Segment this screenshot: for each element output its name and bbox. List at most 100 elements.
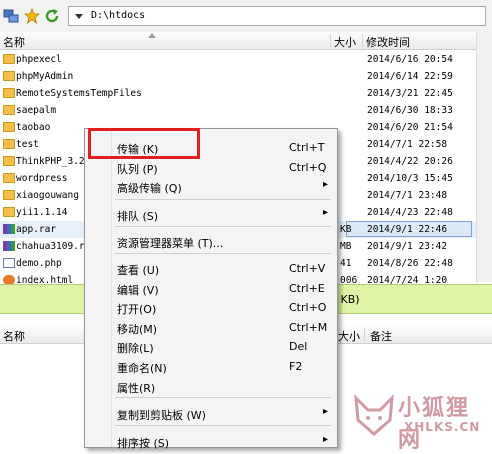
file-modified: 2014/4/23 22:48 — [367, 207, 453, 218]
menu-item-label: 打开(O) — [117, 303, 157, 316]
menu-item-shortcut: Ctrl+T — [289, 141, 325, 154]
menu-item-label: 编辑 (V) — [117, 284, 159, 297]
file-modified: 2014/10/3 15:45 — [367, 173, 453, 184]
file-row[interactable]: saepalm 2014/6/30 18:33 — [0, 102, 476, 119]
menu-item-shortcut: F2 — [289, 360, 303, 373]
toolbar: D:\htdocs — [0, 0, 492, 33]
menu-item-label: 删除(L) — [117, 342, 154, 355]
file-row[interactable]: phpexecl 2014/6/16 20:54 — [0, 51, 476, 68]
network-icon[interactable] — [3, 8, 19, 24]
menu-item[interactable]: 删除(L) Del — [87, 337, 335, 356]
file-name: app.rar — [16, 224, 57, 235]
file-name: xiaogouwang — [16, 190, 79, 201]
submenu-arrow-icon: ▸ — [323, 406, 329, 417]
queue-column-note[interactable]: 备注 — [370, 328, 392, 344]
menu-item[interactable]: 编辑 (V) Ctrl+E — [87, 279, 335, 298]
column-modified[interactable]: 修改时间 — [366, 34, 410, 50]
menu-item-shortcut: Ctrl+V — [289, 262, 326, 275]
menu-item-label: 排序按 (S) — [117, 437, 170, 450]
folder-icon — [3, 190, 15, 200]
file-name: taobao — [16, 122, 51, 133]
submenu-arrow-icon: ▸ — [323, 434, 329, 445]
file-name: phpMyAdmin — [16, 71, 74, 82]
menu-separator — [115, 226, 331, 227]
site-watermark: 小狐狸网 XHLKS.CN — [348, 388, 488, 453]
file-name: yii1.1.14 — [16, 207, 68, 218]
menu-item-shortcut: Del — [289, 340, 308, 353]
file-size: KB — [340, 224, 352, 235]
menu-item[interactable]: 重命名(N) F2 — [87, 357, 335, 376]
rar-file-icon — [3, 241, 15, 251]
file-row[interactable]: RemoteSystemsTempFiles 2014/3/21 22:45 — [0, 85, 476, 102]
folder-icon — [3, 139, 15, 149]
column-name[interactable]: 名称 — [3, 34, 25, 50]
dropdown-arrow-icon[interactable] — [73, 10, 85, 22]
menu-item-label: 高级传输 (Q) — [117, 182, 182, 195]
menu-item-label: 资源管理器菜单 (T)... — [117, 237, 224, 250]
highlight-box — [88, 128, 200, 159]
file-modified: 2014/7/1 23:48 — [367, 190, 448, 201]
folder-icon — [3, 88, 15, 98]
file-name: wordpress — [16, 173, 68, 184]
menu-item-label: 属性(R) — [117, 382, 156, 395]
file-modified: 2014/9/1 23:42 — [367, 241, 448, 252]
menu-item[interactable]: 复制到剪贴板 (W) ▸ — [87, 404, 335, 423]
file-modified: 2014/9/1 22:46 — [367, 224, 448, 235]
queue-column-size[interactable]: 大小 — [338, 328, 360, 344]
menu-item[interactable]: 排队 (S) ▸ — [87, 205, 335, 224]
menu-item[interactable]: 查看 (U) Ctrl+V — [87, 259, 335, 278]
file-modified: 2014/3/21 22:45 — [367, 88, 453, 99]
file-size: MB — [340, 241, 352, 252]
menu-separator — [115, 253, 331, 254]
folder-icon — [3, 105, 15, 115]
menu-item[interactable]: 排序按 (S) ▸ — [87, 432, 335, 451]
folder-icon — [3, 173, 15, 183]
fox-logo-icon — [354, 394, 394, 436]
vertical-scrollbar[interactable] — [476, 32, 492, 282]
folder-icon — [3, 156, 15, 166]
file-modified: 2014/4/22 20:26 — [367, 156, 453, 167]
file-name: phpexecl — [16, 54, 62, 65]
file-list-header: 名称 大小 修改时间 — [0, 32, 476, 50]
menu-item-shortcut: Ctrl+Q — [289, 161, 327, 174]
favorites-star-icon[interactable] — [24, 8, 40, 24]
submenu-arrow-icon: ▸ — [323, 179, 329, 190]
menu-item[interactable]: 资源管理器菜单 (T)... — [87, 232, 335, 251]
menu-item[interactable]: 队列 (P) Ctrl+Q — [87, 158, 335, 177]
menu-item[interactable]: 打开(O) Ctrl+O — [87, 298, 335, 317]
menu-item[interactable]: 高级传输 (Q) ▸ — [87, 177, 335, 196]
php-file-icon — [3, 258, 15, 268]
menu-separator — [115, 199, 331, 200]
context-menu: 传输 (K) Ctrl+T 队列 (P) Ctrl+Q 高级传输 (Q) ▸ 排队 (S) ▸… — [84, 128, 338, 451]
folder-icon — [3, 71, 15, 81]
menu-item-label: 移动(M) — [117, 323, 158, 336]
file-name: RemoteSystemsTempFiles — [16, 88, 142, 99]
menu-item-label: 复制到剪贴板 (W) — [117, 409, 206, 422]
menu-separator — [115, 425, 331, 426]
menu-item[interactable]: 属性(R) — [87, 377, 335, 396]
menu-item-label: 队列 (P) — [117, 163, 158, 176]
sort-arrow-icon — [148, 33, 156, 38]
menu-item-label: 排队 (S) — [117, 210, 159, 223]
path-field[interactable]: D:\htdocs — [68, 6, 486, 26]
folder-icon — [3, 207, 15, 217]
refresh-icon[interactable] — [44, 8, 60, 24]
menu-item[interactable]: 移动(M) Ctrl+M — [87, 318, 335, 337]
file-name: ThinkPHP_3.2. — [16, 156, 91, 167]
file-name: chahua3109.ra — [16, 241, 91, 252]
queue-column-name[interactable]: 名称 — [3, 328, 25, 344]
menu-item-shortcut: Ctrl+M — [289, 321, 328, 334]
submenu-arrow-icon: ▸ — [323, 207, 329, 218]
path-text: D:\htdocs — [91, 10, 146, 21]
file-row[interactable]: phpMyAdmin 2014/6/14 22:59 — [0, 68, 476, 85]
menu-separator — [115, 397, 331, 398]
file-modified: 2014/7/1 22:58 — [367, 139, 448, 150]
file-modified: 2014/8/26 22:48 — [367, 258, 453, 269]
file-modified: 2014/6/14 22:59 — [367, 71, 453, 82]
watermark-en: XHLKS.CN — [404, 420, 481, 434]
file-name: demo.php — [16, 258, 62, 269]
rar-file-icon — [3, 224, 15, 234]
folder-icon — [3, 122, 15, 132]
menu-item-label: 重命名(N) — [117, 362, 167, 375]
column-size[interactable]: 大小 — [334, 34, 356, 50]
